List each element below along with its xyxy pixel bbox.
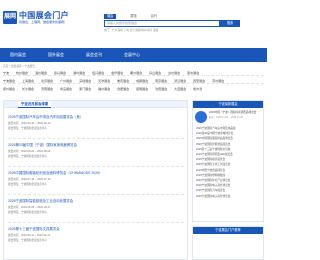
recommended-heading: 宁波展会门户推荐 [193,227,263,234]
latest-expos-panel: 宁波最新展会 2026中国（宁波）国际时尚消费品博览会 时间：2026-11-2… [192,100,264,222]
search-input[interactable]: 请输入关键字搜索展会 [104,20,220,27]
region-row-2: 宁波展会 上海展会 北京展会 广州展会 深圳展会 天津展会 重庆展会 成都展会 … [3,79,264,84]
expo-list-item[interactable]: 2026宁波国际汽车后市场及汽车用品展览会（秋） 展会时间：2026-09-10… [8,114,184,136]
region-link[interactable]: 济南展会 [41,87,53,91]
list-divider [8,194,184,195]
region-link[interactable]: 温州展会 [35,71,47,75]
region-link[interactable]: 湖州展会 [73,71,85,75]
search-tab-catalog[interactable]: 会刊 [151,14,157,19]
region-link[interactable]: 郑州展会 [3,87,15,91]
expo-venue: 展会场馆：宁波国际会议展览中心 [8,211,47,214]
expo-schedule-panel: 宁波近月展会排期 2026宁波国际汽车后市场及汽车用品展览会（秋） 展会时间：2… [3,100,188,260]
expo-title[interactable]: 2026第33届中国（宁波）国际家用电器博览会 [8,142,184,147]
featured-expo-date: 时间：2026-11-20 ~ 2026-11-22 [209,116,243,120]
list-divider [8,166,184,167]
region-link[interactable]: 大连展会 [174,87,186,91]
featured-expo-title[interactable]: 2026中国（宁波）国际时尚消费品博览会 [209,111,256,114]
search-tab-venue[interactable]: 展馆 [130,14,136,19]
panel-header: 宁波近月展会排期 [4,101,187,108]
hot-words: 热门：广州 深圳 上海 北京 成都 杭州 南京 展会 [104,29,159,32]
region-link[interactable]: 南京展会 [155,79,167,83]
expo-date: 展会时间：2026-08-06 ~ 2026-08-08 [8,149,51,153]
region-link[interactable]: 丽水展会 [187,71,199,75]
region-link[interactable]: 沈阳展会 [155,87,167,91]
region-link[interactable]: 武汉展会 [174,79,186,83]
expo-venue: 展会场馆：宁波国际会议展览中心 [8,239,47,242]
region-link[interactable]: 苏州展会 [212,79,224,83]
region-row-1: 宁波 杭州展会 温州展会 嘉兴展会 湖州展会 绍兴展会 金华展会 衢州展会 舟山… [3,71,264,76]
featured-expo-thumbnail[interactable] [195,111,207,123]
region-link[interactable]: 衢州展会 [130,71,142,75]
recommended-panel: 宁波展会门户推荐 [192,226,264,260]
region-link[interactable]: 昆明展会 [136,87,148,91]
expo-list-item[interactable]: 2026宁波国际智能制造及工业自动化展览会 展会时间：2026-06-25 ~ … [8,198,184,220]
expo-date: 展会时间：2026-09-10 ~ 2026-09-12 [8,121,51,125]
expo-list-item[interactable]: 2026中国国际服装纺织品及面料博览会（CHINAMODE 2026） 展会时间… [8,170,184,192]
region-link[interactable]: 杭州展会 [16,71,28,75]
region-link[interactable]: 哈尔滨 [193,87,202,91]
expo-date: 展会时间：2026-06-11 ~ 2026-06-13 [8,233,51,237]
region-link[interactable]: 成都展会 [136,79,148,83]
list-divider [8,138,184,139]
region-link[interactable]: 宁波 [3,71,9,75]
side-list-item[interactable]: 2026宁波国际电子商务博览会 [193,194,263,199]
expo-list-item[interactable]: 2026第33届中国（宁波）国际家用电器博览会 展会时间：2026-08-06 … [8,142,184,164]
region-link[interactable]: 青岛展会 [60,87,72,91]
region-link[interactable]: 重庆展会 [117,79,129,83]
search-tabs: 展会 展馆 会刊 [104,14,171,19]
expo-venue: 展会场馆：宁波国际会议展览中心 [8,127,47,130]
region-link[interactable]: 西安展会 [193,79,205,83]
nav-item-overseas[interactable]: 国外展会 [48,52,64,58]
region-link[interactable]: 宁波展会 [3,79,15,83]
region-link[interactable]: 长沙展会 [22,87,34,91]
region-link[interactable]: 金华展会 [111,71,123,75]
main-nav: 国内展会 国外展会 展会会刊 会展中心 [0,48,267,62]
search-tab-expo[interactable]: 展会 [104,14,117,19]
search-button[interactable]: 搜索 [220,20,240,27]
region-link[interactable]: 上海展会 [22,79,34,83]
latest-expos-heading: 宁波最新展会 [193,101,263,108]
region-row-3: 郑州展会 长沙展会 济南展会 青岛展会 厦门展会 福州展会 合肥展会 昆明展会 … [3,87,264,91]
site-header: 展网 中国展会门户 找展会，上展网，展会服务找展网！ 展会 展馆 会刊 请输入关… [0,0,267,34]
expo-date: 展会时间：2026-07-16 ~ 2026-07-18 [8,177,51,181]
expo-venue: 展会场馆：宁波国际会议展览中心 [8,183,47,186]
expo-title[interactable]: 2026宁波国际智能制造及工业自动化展览会 [8,198,184,203]
expo-title[interactable]: 2026第十三届宁波国际文具展览会 [8,226,184,231]
expo-title[interactable]: 2026中国国际服装纺织品及面料博览会（CHINAMODE 2026） [8,170,184,175]
expo-list-item[interactable]: 2026第十三届宁波国际文具展览会 展会时间：2026-06-11 ~ 2026… [8,226,184,248]
region-link[interactable]: 北京展会 [41,79,53,83]
expo-title[interactable]: 2026宁波国际汽车后市场及汽车用品展览会（秋） [8,114,184,119]
region-link[interactable]: 嘉兴展会 [54,71,66,75]
region-link[interactable]: 深圳展会 [79,79,91,83]
list-divider [8,222,184,223]
breadcrumb: 首页 > 展会频道 > 宁波展会 [3,65,35,68]
region-link[interactable]: 绍兴展会 [92,71,104,75]
region-link[interactable]: 合肥展会 [117,87,129,91]
featured-expo[interactable]: 2026中国（宁波）国际时尚消费品博览会 时间：2026-11-20 ~ 202… [193,108,263,126]
site-slogan: 找展会，上展网，展会服务找展网！ [19,20,68,24]
region-link[interactable]: 广州展会 [60,79,72,83]
site-logo[interactable]: 展网 [3,11,17,24]
expo-date: 展会时间：2026-06-25 ~ 2026-06-27 [8,205,51,209]
region-link[interactable]: 天津展会 [98,79,110,83]
region-link[interactable]: 厦门展会 [79,87,91,91]
region-link[interactable]: 舟山展会 [149,71,161,75]
tab-schedule[interactable]: 宁波近月展会排期 [18,101,52,108]
nav-item-domestic[interactable]: 国内展会 [10,52,26,58]
nav-item-catalog[interactable]: 展会会刊 [86,52,102,58]
expo-venue: 展会场馆：宁波国际会议展览中心 [8,155,47,158]
region-link[interactable]: 福州展会 [98,87,110,91]
nav-item-center[interactable]: 会展中心 [124,52,140,58]
region-link[interactable]: 台州展会 [168,71,180,75]
